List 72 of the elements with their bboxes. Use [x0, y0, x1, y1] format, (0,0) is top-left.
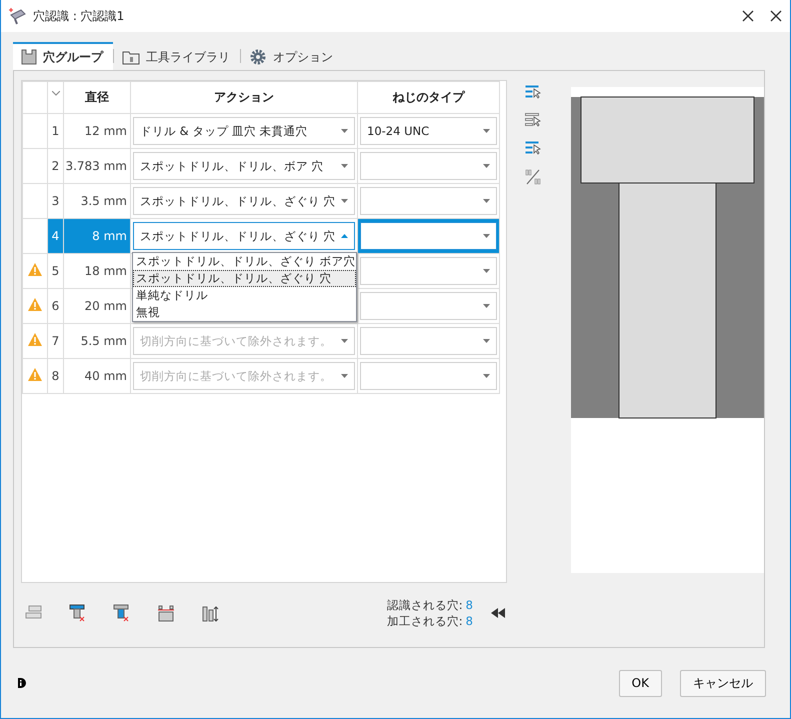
thread-dropdown[interactable] — [360, 222, 497, 250]
warning-icon — [28, 368, 42, 381]
rewind-icon[interactable] — [491, 608, 505, 618]
close-icon[interactable] — [742, 10, 754, 22]
table-cell: 5.5 mm — [64, 324, 130, 358]
summary-count: 8 — [466, 598, 473, 612]
dropdown-option[interactable]: 無視 — [133, 304, 356, 321]
gear-icon — [249, 48, 267, 66]
column-header: アクション — [130, 82, 358, 114]
table-cell: 3.783 mm — [64, 148, 130, 184]
close-icon[interactable] — [770, 10, 782, 22]
table-cell: 18 mm — [64, 254, 130, 288]
tab[interactable]: オプション — [241, 42, 343, 70]
tab[interactable]: 穴グループ — [13, 42, 113, 70]
caret-down-icon — [483, 164, 490, 168]
caret-down-icon — [483, 269, 490, 273]
cutter-delete-icon[interactable] — [69, 604, 87, 622]
caret-down-icon — [341, 339, 348, 343]
row-number: 1 — [48, 114, 64, 148]
caret-down-icon — [483, 199, 490, 203]
caret-down-icon — [483, 304, 490, 308]
table-cell: 12 mm — [64, 114, 130, 148]
row-number: 8 — [48, 358, 64, 394]
list-select-icon[interactable] — [525, 85, 541, 99]
action-dropdown[interactable]: スポットドリル、ドリル、ざぐり 穴 — [133, 187, 355, 215]
warning-icon — [28, 298, 42, 311]
column-header: 直径 — [64, 82, 130, 114]
caret-down-icon — [483, 339, 490, 343]
chevron-icon[interactable] — [52, 90, 60, 96]
tab[interactable]: 工具ライブラリ — [114, 42, 240, 70]
row-number: 7 — [48, 324, 64, 358]
row-number: 4 — [48, 218, 64, 254]
warning-icon — [28, 263, 42, 276]
caret-down-icon — [341, 164, 348, 168]
cutter-delete-icon[interactable] — [113, 604, 131, 622]
caret-down-icon — [483, 374, 490, 378]
caret-down-icon — [483, 129, 490, 133]
table-cell: 20 mm — [64, 288, 130, 324]
caret-down-icon — [341, 199, 348, 203]
summary-label: 認識される穴: — [386, 598, 463, 612]
dropdown-option[interactable]: 単純なドリル — [133, 287, 356, 304]
list-select-icon[interactable] — [525, 113, 541, 127]
summary-label: 加工される穴: — [386, 614, 463, 628]
warning-icon — [28, 333, 42, 346]
column-header: ねじのタイプ — [358, 82, 500, 114]
window-title: 穴認識 : 穴認識1 — [33, 8, 126, 24]
row-number: 6 — [48, 288, 64, 324]
hole-group-icon — [21, 49, 37, 65]
caret-down-icon — [483, 234, 490, 238]
action-dropdown[interactable]: ドリル & タップ 皿穴 未貫通穴 — [133, 117, 355, 145]
action-dropdown[interactable]: スポットドリル、ドリル、ボア 穴 — [133, 152, 355, 180]
list-select-icon[interactable] — [525, 141, 541, 155]
table-cell: 8 mm — [64, 218, 130, 254]
app-icon — [9, 7, 27, 25]
table-cell: 40 mm — [64, 358, 130, 394]
action-dropdown[interactable]: スポットドリル、ドリル、ざぐり 穴 — [133, 222, 355, 250]
dropdown-option[interactable]: スポットドリル、ドリル、ざぐり 穴 — [133, 270, 356, 287]
dialog-button[interactable]: OK — [618, 670, 662, 696]
summary-count: 8 — [466, 614, 473, 628]
folder-icon — [122, 49, 140, 65]
dialog-button[interactable]: キャンセル — [680, 670, 766, 696]
dropdown-option[interactable]: スポットドリル、ドリル、ざぐり ボア穴 — [133, 253, 356, 270]
pocket-icon[interactable] — [157, 604, 175, 622]
caret-down-icon — [341, 374, 348, 378]
caret-up-icon — [341, 234, 348, 238]
thread-dropdown[interactable]: 10-24 UNC — [360, 117, 497, 145]
info-icon[interactable] — [18, 678, 26, 688]
caret-down-icon — [341, 129, 348, 133]
height-adjust-icon[interactable] — [201, 604, 219, 622]
row-number: 2 — [48, 148, 64, 184]
split-icon[interactable] — [525, 169, 541, 185]
row-number: 5 — [48, 254, 64, 288]
